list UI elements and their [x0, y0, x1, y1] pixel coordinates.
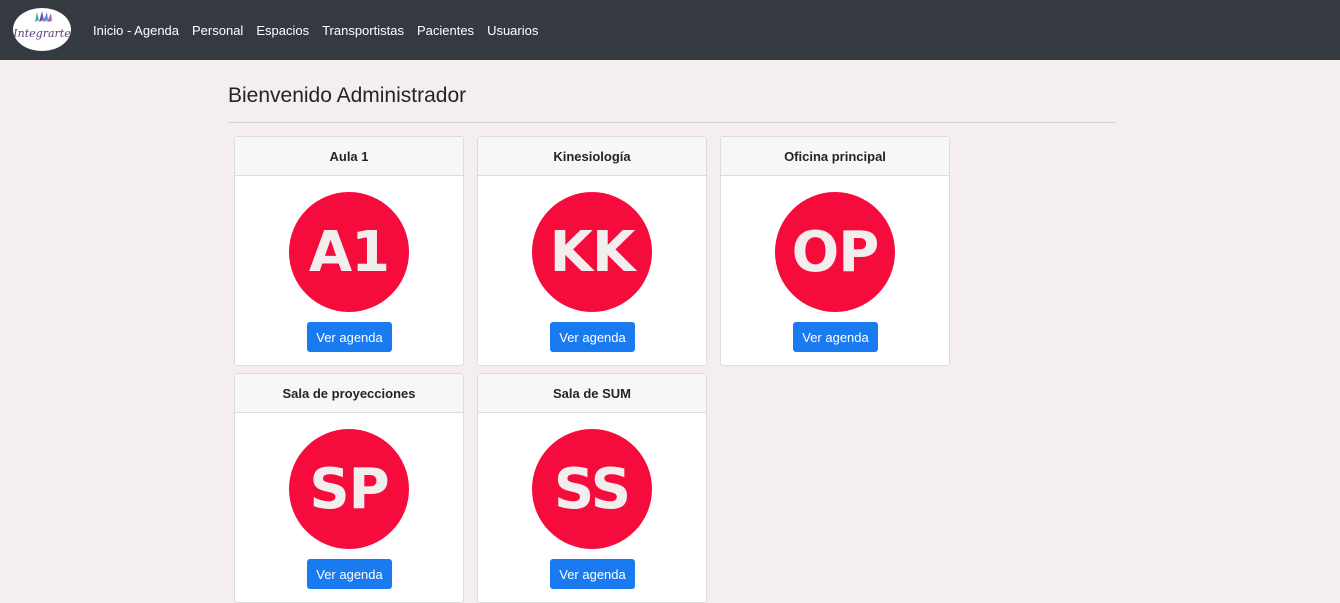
space-card-sala-de-sum: Sala de SUM SS Ver agenda	[477, 373, 707, 603]
avatar-initials: SS	[553, 456, 631, 522]
space-avatar: A1	[289, 192, 409, 312]
space-card-sala-de-proyecciones: Sala de proyecciones SP Ver agenda	[234, 373, 464, 603]
nav-link-personal[interactable]: Personal	[192, 23, 243, 38]
space-card-aula-1: Aula 1 A1 Ver agenda	[234, 136, 464, 366]
ver-agenda-button[interactable]: Ver agenda	[550, 322, 635, 352]
card-header: Kinesiología	[478, 137, 706, 176]
ver-agenda-button[interactable]: Ver agenda	[793, 322, 878, 352]
nav-link-inicio-agenda[interactable]: Inicio - Agenda	[93, 23, 179, 38]
ver-agenda-button[interactable]: Ver agenda	[307, 322, 392, 352]
brand-logo[interactable]: Integrarte	[13, 8, 71, 51]
space-card-kinesiologia: Kinesiología KK Ver agenda	[477, 136, 707, 366]
logo-text: Integrarte	[13, 27, 71, 40]
card-header: Sala de proyecciones	[235, 374, 463, 413]
avatar-initials: A1	[308, 219, 390, 285]
nav-link-usuarios[interactable]: Usuarios	[487, 23, 538, 38]
avatar-initials: OP	[791, 219, 880, 285]
ver-agenda-button[interactable]: Ver agenda	[307, 559, 392, 589]
space-avatar: SP	[289, 429, 409, 549]
card-header: Oficina principal	[721, 137, 949, 176]
space-avatar: KK	[532, 192, 652, 312]
hands-logo-icon	[35, 11, 52, 22]
nav-link-pacientes[interactable]: Pacientes	[417, 23, 474, 38]
nav-links: Inicio - Agenda Personal Espacios Transp…	[93, 0, 551, 60]
card-header: Sala de SUM	[478, 374, 706, 413]
page-title: Bienvenido Administrador	[228, 84, 467, 107]
nav-link-transportistas[interactable]: Transportistas	[322, 23, 404, 38]
space-avatar: OP	[775, 192, 895, 312]
avatar-initials: KK	[549, 219, 636, 285]
title-divider	[228, 122, 1116, 123]
space-avatar: SS	[532, 429, 652, 549]
nav-link-espacios[interactable]: Espacios	[256, 23, 309, 38]
top-navbar: Integrarte Inicio - Agenda Personal Espa…	[0, 0, 1340, 60]
card-header: Aula 1	[235, 137, 463, 176]
space-card-oficina-principal: Oficina principal OP Ver agenda	[720, 136, 950, 366]
avatar-initials: SP	[309, 456, 389, 522]
ver-agenda-button[interactable]: Ver agenda	[550, 559, 635, 589]
